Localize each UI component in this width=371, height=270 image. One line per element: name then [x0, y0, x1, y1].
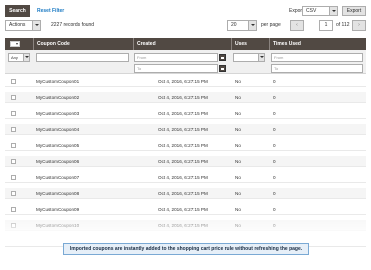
- coupon-code-cell: MyCustomCoupon01: [36, 79, 80, 84]
- coupon-code-cell: MyCustomCoupon08: [36, 191, 80, 196]
- created-cell: Oct 4, 2016, 6:27:15 PM: [158, 95, 208, 100]
- row-checkbox[interactable]: [11, 95, 16, 100]
- per-page-value: 20: [231, 22, 237, 28]
- uses-cell: No: [235, 143, 241, 148]
- row-checkbox[interactable]: [11, 79, 16, 84]
- export-button[interactable]: Export: [342, 6, 366, 16]
- mass-select-checkbox[interactable]: [10, 41, 20, 47]
- coupon-code-cell: MyCustomCoupon05: [36, 143, 80, 148]
- calendar-icon[interactable]: [219, 54, 226, 61]
- created-cell: Oct 4, 2016, 6:27:15 PM: [158, 127, 208, 132]
- actions-label: Actions: [9, 22, 26, 28]
- created-cell: Oct 4, 2016, 6:27:15 PM: [158, 79, 208, 84]
- uses-cell: No: [235, 191, 241, 196]
- created-cell: Oct 4, 2016, 6:27:15 PM: [158, 111, 208, 116]
- previous-page-button[interactable]: ‹: [290, 20, 304, 31]
- table-row[interactable]: MyCustomCoupon06 Oct 4, 2016, 6:27:15 PM N…: [5, 156, 366, 167]
- times-used-cell: 0: [273, 175, 276, 180]
- records-found: 2227 records found: [51, 22, 95, 28]
- created-from-input[interactable]: From: [134, 53, 218, 62]
- table-row[interactable]: MyCustomCoupon08 Oct 4, 2016, 6:27:15 PM N…: [5, 188, 366, 199]
- massaction-toolbar: Actions 2227 records found 20 per page ‹…: [5, 20, 366, 31]
- created-cell: Oct 4, 2016, 6:27:15 PM: [158, 191, 208, 196]
- uses-cell: No: [235, 175, 241, 180]
- uses-cell: No: [235, 79, 241, 84]
- row-checkbox[interactable]: [11, 175, 16, 180]
- page-input[interactable]: 1: [319, 20, 333, 31]
- times-used-from-input[interactable]: From: [271, 53, 363, 62]
- times-used-cell: 0: [273, 191, 276, 196]
- chevron-down-icon: [248, 21, 256, 30]
- uses-cell: No: [235, 127, 241, 132]
- uses-filter-select[interactable]: [233, 53, 265, 62]
- chevron-down-icon: [23, 54, 29, 61]
- created-cell: Oct 4, 2016, 6:27:15 PM: [158, 175, 208, 180]
- grid-top-toolbar: Search Reset Filter Export to: CSV Expor…: [5, 5, 366, 17]
- select-filter[interactable]: Any: [8, 53, 30, 62]
- coupon-code-cell: MyCustomCoupon02: [36, 95, 80, 100]
- created-cell: Oct 4, 2016, 6:27:15 PM: [158, 159, 208, 164]
- bottom-fade: [0, 214, 371, 244]
- table-row[interactable]: MyCustomCoupon03 Oct 4, 2016, 6:27:15 PM N…: [5, 108, 366, 119]
- times-used-cell: 0: [273, 79, 276, 84]
- coupon-code-cell: MyCustomCoupon06: [36, 159, 80, 164]
- actions-select[interactable]: Actions: [5, 20, 41, 31]
- per-page-select[interactable]: 20: [227, 20, 257, 31]
- calendar-icon[interactable]: [219, 65, 226, 72]
- column-header-times-used[interactable]: Times Used: [269, 38, 366, 50]
- row-checkbox[interactable]: [11, 207, 16, 212]
- row-checkbox[interactable]: [11, 127, 16, 132]
- chevron-down-icon: [329, 7, 337, 15]
- table-row[interactable]: MyCustomCoupon01 Oct 4, 2016, 6:27:15 PM N…: [5, 76, 366, 87]
- row-checkbox[interactable]: [11, 191, 16, 196]
- uses-cell: No: [235, 159, 241, 164]
- per-page-label: per page: [261, 22, 281, 28]
- table-row[interactable]: MyCustomCoupon02 Oct 4, 2016, 6:27:15 PM N…: [5, 92, 366, 103]
- coupon-code-cell: MyCustomCoupon03: [36, 111, 80, 116]
- search-button[interactable]: Search: [5, 5, 30, 17]
- coupon-code-filter-input[interactable]: [36, 53, 129, 62]
- column-header-coupon-code[interactable]: Coupon Code: [33, 38, 133, 50]
- table-row[interactable]: MyCustomCoupon04 Oct 4, 2016, 6:27:15 PM N…: [5, 124, 366, 135]
- reset-filter-link[interactable]: Reset Filter: [37, 5, 64, 17]
- created-cell: Oct 4, 2016, 6:27:15 PM: [158, 143, 208, 148]
- row-checkbox[interactable]: [11, 143, 16, 148]
- created-to-input[interactable]: To: [134, 64, 218, 73]
- export-format-select[interactable]: CSV: [302, 6, 338, 16]
- table-row[interactable]: MyCustomCoupon07 Oct 4, 2016, 6:27:15 PM N…: [5, 172, 366, 183]
- times-used-cell: 0: [273, 111, 276, 116]
- coupon-code-cell: MyCustomCoupon07: [36, 175, 80, 180]
- times-used-to-input[interactable]: To: [271, 64, 363, 73]
- grid-filter-row: Any From To From To: [5, 50, 366, 74]
- column-header-uses[interactable]: Uses: [231, 38, 269, 50]
- uses-cell: No: [235, 111, 241, 116]
- times-used-cell: 0: [273, 127, 276, 132]
- export-format-value: CSV: [306, 8, 317, 14]
- info-banner: Imported coupons are instantly added to …: [63, 243, 309, 255]
- times-used-cell: 0: [273, 143, 276, 148]
- page-total: of 112: [336, 22, 350, 28]
- chevron-down-icon: [32, 21, 40, 30]
- select-filter-value: Any: [11, 55, 18, 60]
- times-used-cell: 0: [273, 159, 276, 164]
- coupon-code-cell: MyCustomCoupon04: [36, 127, 80, 132]
- chevron-down-icon: [258, 54, 264, 61]
- next-page-button[interactable]: ›: [352, 20, 366, 31]
- table-row[interactable]: MyCustomCoupon05 Oct 4, 2016, 6:27:15 PM N…: [5, 140, 366, 151]
- row-checkbox[interactable]: [11, 159, 16, 164]
- uses-cell: No: [235, 95, 241, 100]
- grid-header: Coupon Code Created Uses Times Used: [5, 38, 366, 50]
- row-checkbox[interactable]: [11, 111, 16, 116]
- column-header-created[interactable]: Created: [133, 38, 231, 50]
- times-used-cell: 0: [273, 95, 276, 100]
